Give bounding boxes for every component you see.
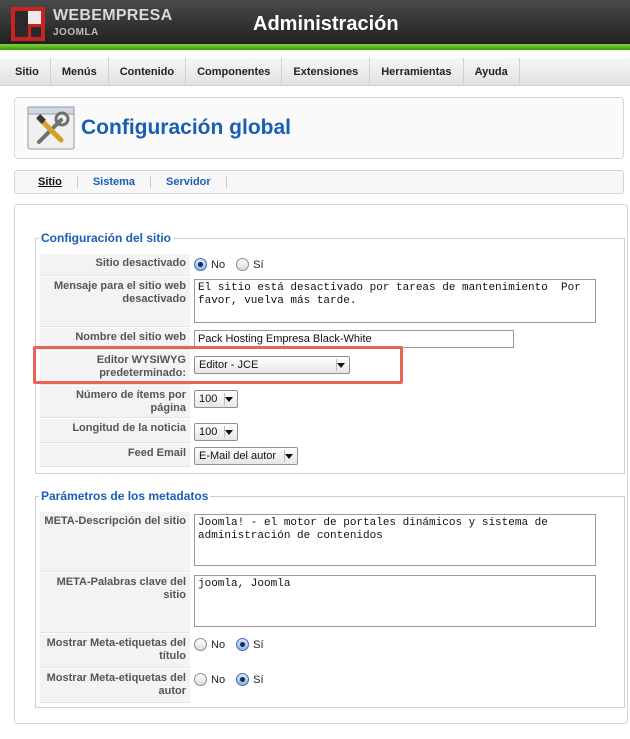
feed-email-select[interactable]: E-Mail del autor	[194, 447, 298, 465]
row-meta-title: Mostrar Meta-etiquetas del título No Sí	[40, 634, 598, 668]
chevron-down-icon	[285, 454, 293, 459]
menu-extensiones[interactable]: Extensiones	[282, 58, 371, 86]
row-meta-author: Mostrar Meta-etiquetas del autor No Sí	[40, 669, 598, 703]
menu-sitio[interactable]: Sitio	[0, 58, 51, 86]
menu-componentes[interactable]: Componentes	[186, 58, 283, 86]
chevron-down-icon	[225, 397, 233, 402]
list-limit-value: 100	[199, 393, 218, 405]
feed-limit-label: Longitud de la noticia	[40, 419, 190, 443]
row-offline-message: Mensaje para el sitio web desactivado El…	[40, 277, 598, 327]
main-menu: Sitio Menús Contenido Componentes Extens…	[0, 58, 630, 86]
tab-servidor[interactable]: Servidor	[151, 176, 227, 188]
feed-email-value: E-Mail del autor	[199, 450, 277, 462]
meta-author-yes-radio[interactable]	[236, 673, 250, 686]
brand-sub: JOOMLA	[53, 27, 99, 38]
list-limit-select[interactable]: 100	[194, 390, 238, 408]
offline-message-label: Mensaje para el sitio web desactivado	[40, 277, 190, 327]
offline-message-textarea[interactable]: El sitio está desactivado por tareas de …	[194, 279, 596, 323]
menu-herramientas[interactable]: Herramientas	[370, 58, 464, 86]
admin-title: Administración	[253, 13, 399, 35]
offline-label: Sitio desactivado	[40, 254, 190, 276]
meta-title-yes-radio[interactable]	[236, 638, 250, 651]
meta-description-textarea[interactable]: Joomla! - el motor de portales dinámicos…	[194, 514, 596, 566]
meta-title-yes-label: Sí	[253, 638, 264, 651]
meta-keywords-label: META-Palabras clave del sitio	[40, 573, 190, 633]
site-config-legend: Configuración del sitio	[39, 231, 174, 245]
offline-yes-radio[interactable]	[236, 258, 250, 271]
feed-limit-select[interactable]: 100	[194, 423, 238, 441]
row-list-limit: Número de ítems por página 100	[40, 386, 598, 418]
meta-keywords-textarea[interactable]: joomla, Joomla	[194, 575, 596, 627]
meta-title-label: Mostrar Meta-etiquetas del título	[40, 634, 190, 668]
row-meta-description: META-Descripción del sitio Joomla! - el …	[40, 512, 598, 572]
meta-author-yes-label: Sí	[253, 673, 264, 686]
config-content: Configuración del sitio Sitio desactivad…	[14, 204, 628, 724]
offline-yes-label: Sí	[253, 258, 264, 271]
tab-sitio[interactable]: Sitio	[15, 176, 78, 188]
metadata-panel: Parámetros de los metadatos META-Descrip…	[35, 489, 625, 708]
admin-header: WEBEMPRESA JOOMLA Administración	[0, 0, 630, 50]
row-meta-keywords: META-Palabras clave del sitio joomla, Jo…	[40, 573, 598, 633]
row-offline: Sitio desactivado No Sí	[40, 254, 598, 276]
webempresa-logo-icon	[11, 7, 45, 41]
chevron-down-icon	[225, 430, 233, 435]
editor-highlight-annotation	[33, 346, 403, 384]
menu-menus[interactable]: Menús	[51, 58, 109, 86]
meta-title-no-label: No	[211, 638, 226, 651]
meta-title-no-radio[interactable]	[194, 638, 207, 651]
metadata-legend: Parámetros de los metadatos	[39, 489, 211, 503]
feed-limit-value: 100	[199, 426, 218, 438]
header-green-bar	[0, 44, 630, 50]
meta-description-label: META-Descripción del sitio	[40, 512, 190, 572]
offline-no-label: No	[211, 258, 226, 271]
meta-author-label: Mostrar Meta-etiquetas del autor	[40, 669, 190, 703]
tab-sistema[interactable]: Sistema	[78, 176, 152, 188]
page-header: Configuración global	[14, 97, 624, 159]
row-feed-limit: Longitud de la noticia 100	[40, 419, 598, 443]
brand-name: WEBEMPRESA	[53, 7, 173, 24]
list-limit-label: Número de ítems por página	[40, 386, 190, 418]
meta-author-no-radio[interactable]	[194, 673, 207, 686]
row-feed-email: Feed Email E-Mail del autor	[40, 444, 598, 467]
page-title: Configuración global	[81, 116, 291, 139]
meta-author-no-label: No	[211, 673, 226, 686]
menu-contenido[interactable]: Contenido	[109, 58, 187, 86]
offline-no-radio[interactable]	[194, 258, 207, 271]
config-tabs: Sitio Sistema Servidor	[14, 170, 624, 194]
feed-email-label: Feed Email	[40, 444, 190, 467]
menu-ayuda[interactable]: Ayuda	[464, 58, 520, 86]
tools-config-icon	[27, 106, 75, 150]
